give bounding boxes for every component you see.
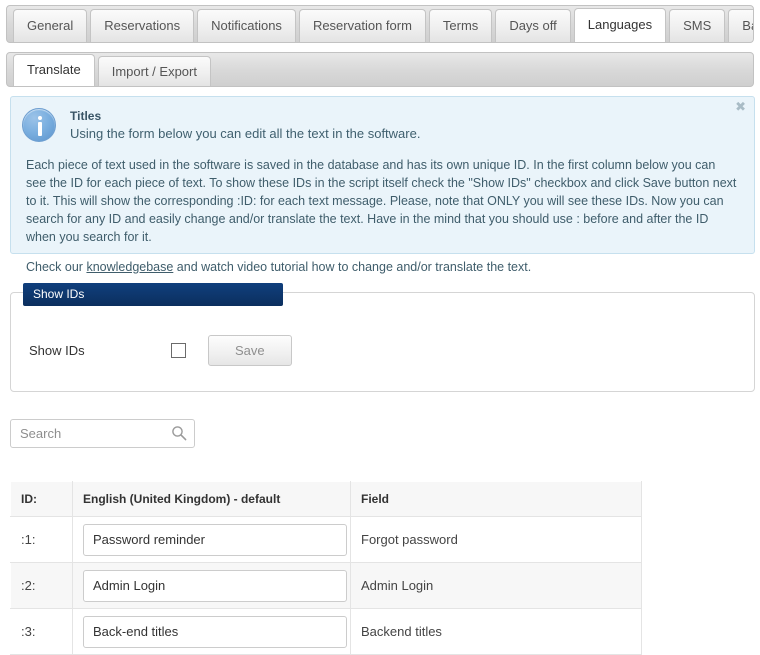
- row-translation-cell: [72, 608, 351, 655]
- info-header: Titles Using the form below you can edit…: [11, 97, 754, 142]
- table-header-row: ID: English (United Kingdom) - default F…: [10, 481, 642, 517]
- info-subtitle: Using the form below you can edit all th…: [70, 126, 421, 141]
- row-translation-cell: [72, 516, 351, 563]
- info-footer: Check our knowledgebase and watch video …: [11, 246, 754, 274]
- row-id: :2:: [10, 562, 73, 609]
- sub-tab-bar: Translate Import / Export: [6, 52, 754, 87]
- translations-table: ID: English (United Kingdom) - default F…: [10, 481, 642, 655]
- row-id: :3:: [10, 608, 73, 655]
- info-panel: ✖ Titles Using the form below you can ed…: [10, 96, 755, 274]
- column-header-translation: English (United Kingdom) - default: [72, 481, 351, 517]
- tab-sms[interactable]: SMS: [669, 9, 726, 42]
- row-field: Admin Login: [350, 562, 642, 609]
- row-field: Backend titles: [350, 608, 642, 655]
- tab-translate[interactable]: Translate: [13, 54, 95, 86]
- tab-backup[interactable]: Backup: [728, 9, 753, 42]
- tab-reservations[interactable]: Reservations: [90, 9, 195, 42]
- table-head: ID: English (United Kingdom) - default F…: [10, 481, 642, 517]
- show-ids-row: Show IDs Save: [11, 335, 754, 366]
- search-box: [10, 419, 195, 448]
- translation-input[interactable]: [83, 523, 347, 556]
- search-input[interactable]: [10, 419, 195, 448]
- main-tab-bar: General Reservations Notifications Reser…: [6, 5, 754, 43]
- info-paragraph: Each piece of text used in the software …: [26, 158, 737, 244]
- tab-terms[interactable]: Terms: [428, 9, 493, 42]
- table-row: :1: Forgot password: [10, 516, 642, 563]
- info-circle-icon: [22, 108, 56, 142]
- tab-languages[interactable]: Languages: [573, 8, 667, 42]
- tab-notifications[interactable]: Notifications: [197, 9, 296, 42]
- table-row: :3: Backend titles: [10, 608, 642, 655]
- row-translation-cell: [72, 562, 351, 609]
- save-button[interactable]: Save: [208, 335, 292, 366]
- tab-import-export[interactable]: Import / Export: [97, 56, 211, 86]
- close-icon[interactable]: ✖: [735, 101, 746, 114]
- info-footer-prefix: Check our: [26, 260, 87, 274]
- row-field: Forgot password: [350, 516, 642, 563]
- column-header-field: Field: [350, 481, 642, 517]
- tab-general[interactable]: General: [13, 9, 88, 42]
- show-ids-fieldset: Show IDs Show IDs Save: [10, 283, 755, 392]
- info-footer-suffix: and watch video tutorial how to change a…: [173, 260, 532, 274]
- translation-input[interactable]: [83, 615, 347, 648]
- show-ids-label: Show IDs: [29, 343, 85, 358]
- row-id: :1:: [10, 516, 73, 563]
- show-ids-checkbox[interactable]: [171, 343, 186, 358]
- info-title: Titles: [70, 109, 102, 123]
- translation-input[interactable]: [83, 569, 347, 602]
- knowledgebase-link[interactable]: knowledgebase: [86, 260, 173, 274]
- column-header-id: ID:: [10, 481, 73, 517]
- tab-days-off[interactable]: Days off: [495, 9, 571, 42]
- table-body: :1: Forgot password :2: Admin Login :3: …: [10, 516, 642, 655]
- info-header-text: Titles Using the form below you can edit…: [56, 108, 420, 141]
- show-ids-legend: Show IDs: [23, 283, 283, 306]
- table-row: :2: Admin Login: [10, 562, 642, 609]
- tab-reservation-form[interactable]: Reservation form: [298, 9, 426, 42]
